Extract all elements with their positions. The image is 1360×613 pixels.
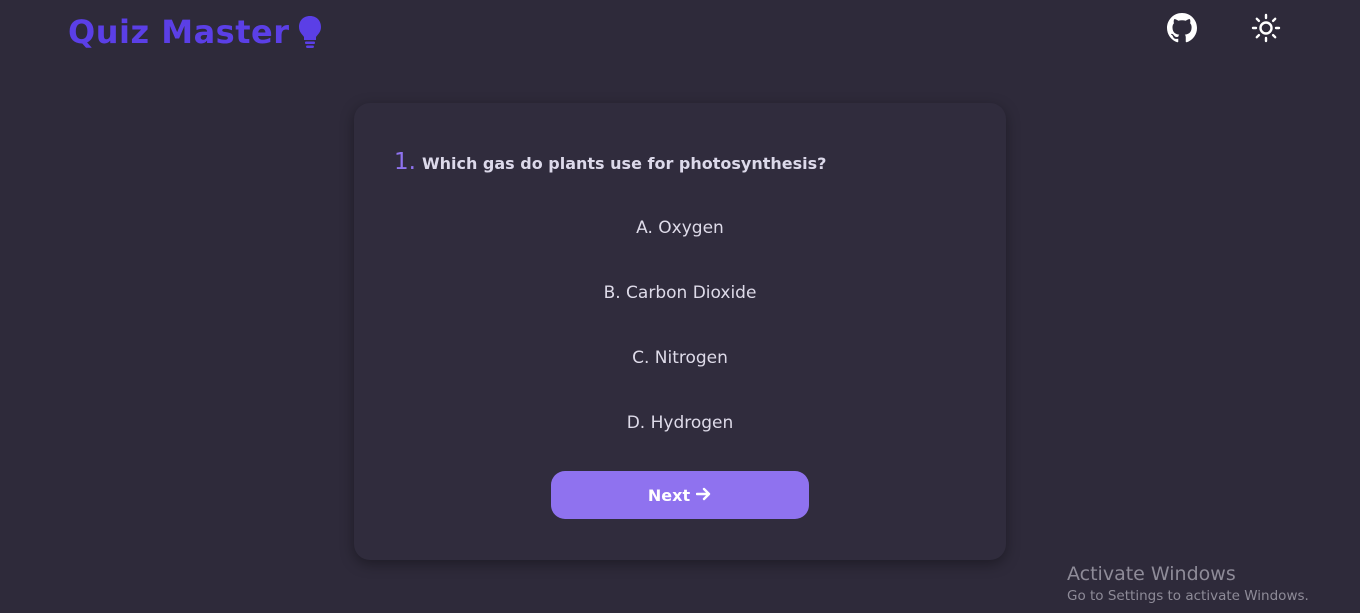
option-d[interactable]: D. Hydrogen <box>530 406 830 440</box>
question-number: 1. <box>394 149 416 175</box>
quiz-card: 1. Which gas do plants use for photosynt… <box>354 103 1006 560</box>
github-icon[interactable] <box>1166 12 1198 44</box>
app-logo[interactable]: Quiz Master <box>68 10 323 54</box>
windows-activation-watermark: Activate Windows Go to Settings to activ… <box>1067 562 1309 606</box>
app-title: Quiz Master <box>68 13 290 51</box>
option-b[interactable]: B. Carbon Dioxide <box>530 276 830 310</box>
option-c[interactable]: C. Nitrogen <box>530 341 830 375</box>
question-text: Which gas do plants use for photosynthes… <box>421 154 827 173</box>
question: 1. Which gas do plants use for photosynt… <box>394 149 826 175</box>
quiz-page: Quiz Master 1. Which gas do plants use f… <box>0 0 1360 613</box>
watermark-title: Activate Windows <box>1067 563 1236 585</box>
watermark-subtitle: Go to Settings to activate Windows. <box>1067 588 1309 604</box>
arrow-right-icon <box>695 486 712 505</box>
answer-options: A. Oxygen B. Carbon Dioxide C. Nitrogen … <box>354 211 1006 471</box>
next-label: Next <box>647 485 691 505</box>
lightbulb-icon <box>297 14 323 50</box>
sun-icon[interactable] <box>1250 12 1282 44</box>
option-a[interactable]: A. Oxygen <box>530 211 830 245</box>
next-button[interactable]: Next <box>551 471 809 519</box>
